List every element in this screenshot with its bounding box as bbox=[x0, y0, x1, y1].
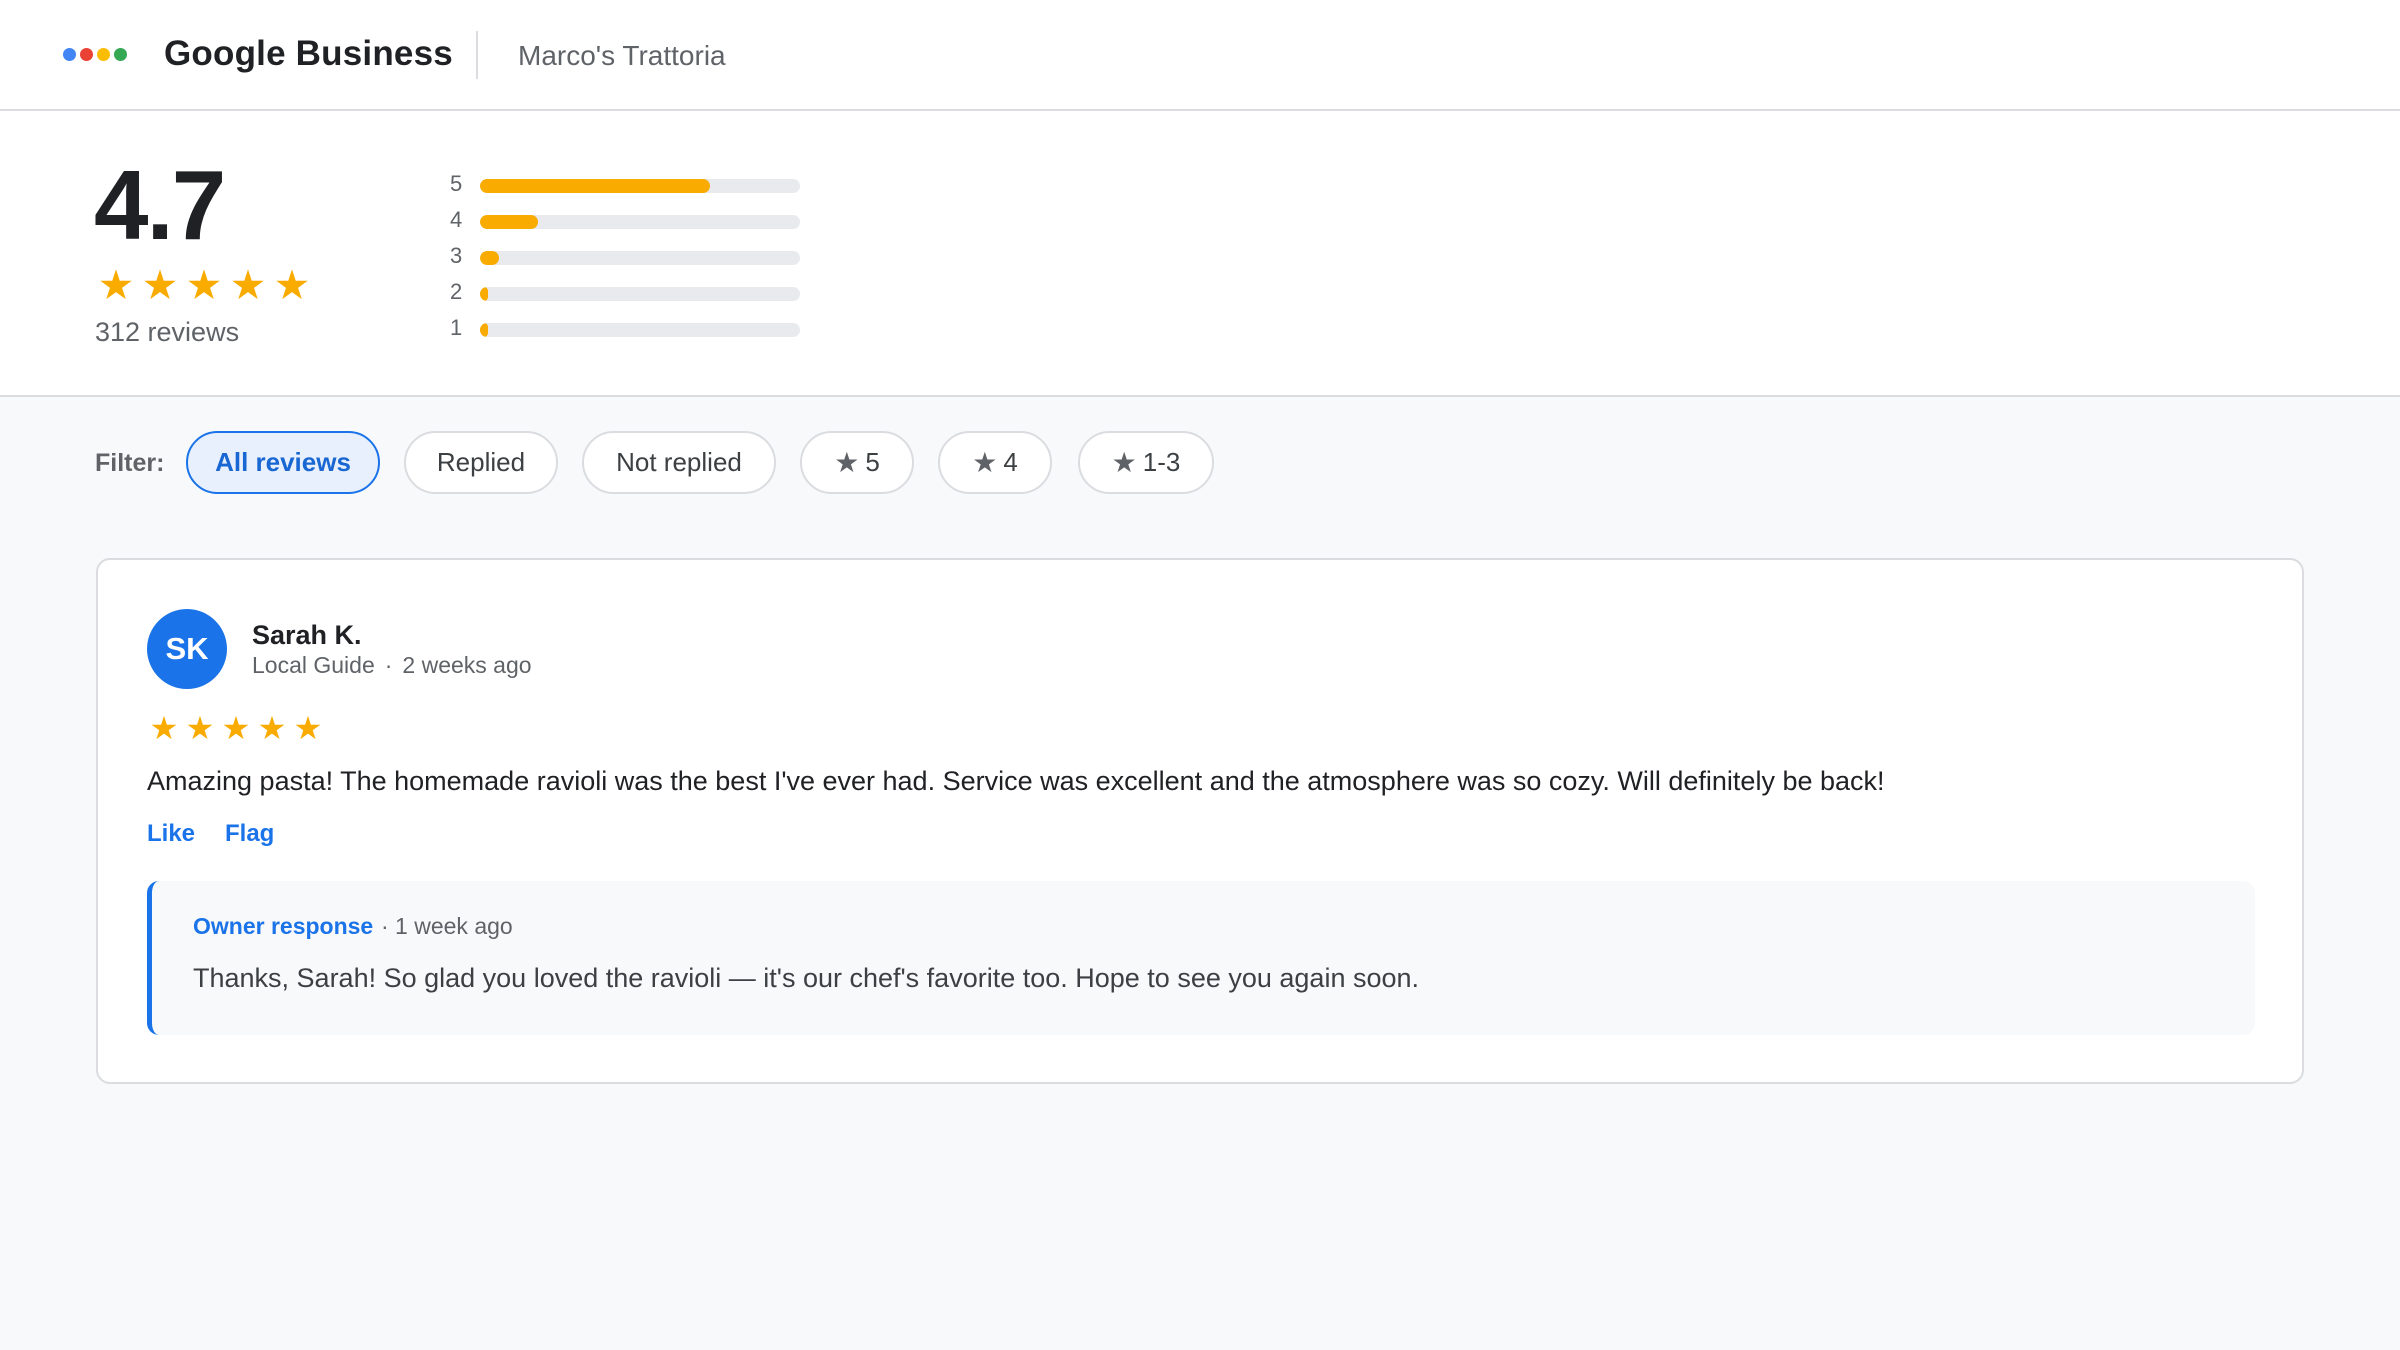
distribution-track bbox=[480, 215, 800, 229]
chip-label: All reviews bbox=[215, 447, 351, 477]
filter-chip-all-reviews[interactable]: All reviews bbox=[186, 431, 380, 494]
distribution-label: 1 bbox=[450, 315, 463, 340]
chip-label: Not replied bbox=[616, 447, 742, 477]
star-icon: ★ bbox=[257, 710, 287, 746]
logo-dot-blue bbox=[63, 48, 76, 61]
owner-response-label: Owner response bbox=[193, 913, 374, 939]
brand-title[interactable]: Google Business bbox=[164, 34, 453, 74]
chip-label: 5 bbox=[865, 447, 880, 477]
logo-dot-red bbox=[80, 48, 93, 61]
filter-chip-1-3-stars[interactable]: ★ 1-3 bbox=[1078, 431, 1214, 494]
rating-summary: 4.7 ★ ★ ★ ★ ★ 312 reviews 5 4 3 2 1 bbox=[0, 111, 2400, 397]
review-text: Amazing pasta! The homemade ravioli was … bbox=[147, 766, 1885, 796]
star-icon: ★ bbox=[834, 447, 860, 478]
distribution-label: 3 bbox=[450, 243, 463, 268]
business-name: Marco's Trattoria bbox=[518, 40, 726, 71]
app-header: Google Business Marco's Trattoria bbox=[0, 0, 2400, 111]
filter-chip-replied[interactable]: Replied bbox=[404, 431, 558, 494]
distribution-fill bbox=[480, 323, 488, 337]
review-stars: ★ ★ ★ ★ ★ bbox=[147, 712, 325, 744]
distribution-fill bbox=[480, 251, 500, 265]
average-rating: 4.7 bbox=[94, 150, 226, 260]
owner-response-text: Thanks, Sarah! So glad you loved the rav… bbox=[193, 963, 1420, 993]
filter-chip-4-stars[interactable]: ★ 4 bbox=[938, 431, 1052, 494]
distribution-label: 2 bbox=[450, 279, 463, 304]
logo-dot-yellow bbox=[97, 48, 110, 61]
flag-button[interactable]: Flag bbox=[225, 820, 274, 848]
distribution-track bbox=[480, 179, 800, 193]
avatar[interactable]: SK bbox=[147, 609, 227, 689]
chip-label: Replied bbox=[436, 447, 526, 477]
average-stars: ★ ★ ★ ★ ★ bbox=[95, 265, 313, 306]
distribution-label: 5 bbox=[450, 171, 463, 196]
distribution-fill bbox=[480, 215, 538, 229]
star-icon: ★ bbox=[221, 710, 251, 746]
star-icon: ★ bbox=[273, 262, 311, 308]
header-divider bbox=[476, 31, 478, 79]
star-icon: ★ bbox=[972, 447, 998, 478]
star-icon: ★ bbox=[1111, 447, 1137, 478]
filter-chip-not-replied[interactable]: Not replied bbox=[582, 431, 776, 494]
distribution-label: 4 bbox=[450, 207, 463, 232]
distribution-row-4[interactable]: 4 bbox=[448, 203, 808, 239]
distribution-fill bbox=[480, 287, 488, 301]
distribution-row-3[interactable]: 3 bbox=[448, 239, 808, 275]
distribution-row-5[interactable]: 5 bbox=[448, 167, 808, 203]
review-time: 2 weeks ago bbox=[402, 652, 532, 678]
filter-chip-5-stars[interactable]: ★ 5 bbox=[800, 431, 914, 494]
star-icon: ★ bbox=[185, 262, 223, 308]
distribution-track bbox=[480, 251, 800, 265]
distribution-row-2[interactable]: 2 bbox=[448, 275, 808, 311]
google-logo-dots[interactable] bbox=[63, 48, 127, 61]
reviewer-badge: Local Guide bbox=[252, 652, 375, 678]
star-icon: ★ bbox=[185, 710, 215, 746]
filter-label: Filter: bbox=[95, 449, 165, 477]
chip-label: 4 bbox=[1003, 447, 1018, 477]
like-button[interactable]: Like bbox=[147, 820, 195, 848]
review-card: SK Sarah K. Local Guide · 2 weeks ago ★ ★ ★ ★… bbox=[96, 558, 2304, 1084]
star-icon: ★ bbox=[97, 262, 135, 308]
star-icon: ★ bbox=[229, 262, 267, 308]
distribution-track bbox=[480, 287, 800, 301]
star-icon: ★ bbox=[141, 262, 179, 308]
star-icon: ★ bbox=[149, 710, 179, 746]
review-count: 312 reviews bbox=[95, 317, 240, 347]
distribution-row-1[interactable]: 1 bbox=[448, 311, 808, 347]
chip-label: 1-3 bbox=[1142, 447, 1181, 477]
owner-response-time: · 1 week ago bbox=[381, 913, 513, 939]
logo-dot-green bbox=[114, 48, 127, 61]
meta-separator: · bbox=[384, 652, 393, 678]
star-icon: ★ bbox=[293, 710, 323, 746]
distribution-track bbox=[480, 323, 800, 337]
owner-response: Owner response · 1 week ago Thanks, Sara… bbox=[147, 881, 2255, 1035]
distribution-fill bbox=[480, 179, 711, 193]
reviewer-meta: Local Guide · 2 weeks ago bbox=[252, 652, 532, 679]
reviewer-name[interactable]: Sarah K. bbox=[252, 620, 362, 651]
